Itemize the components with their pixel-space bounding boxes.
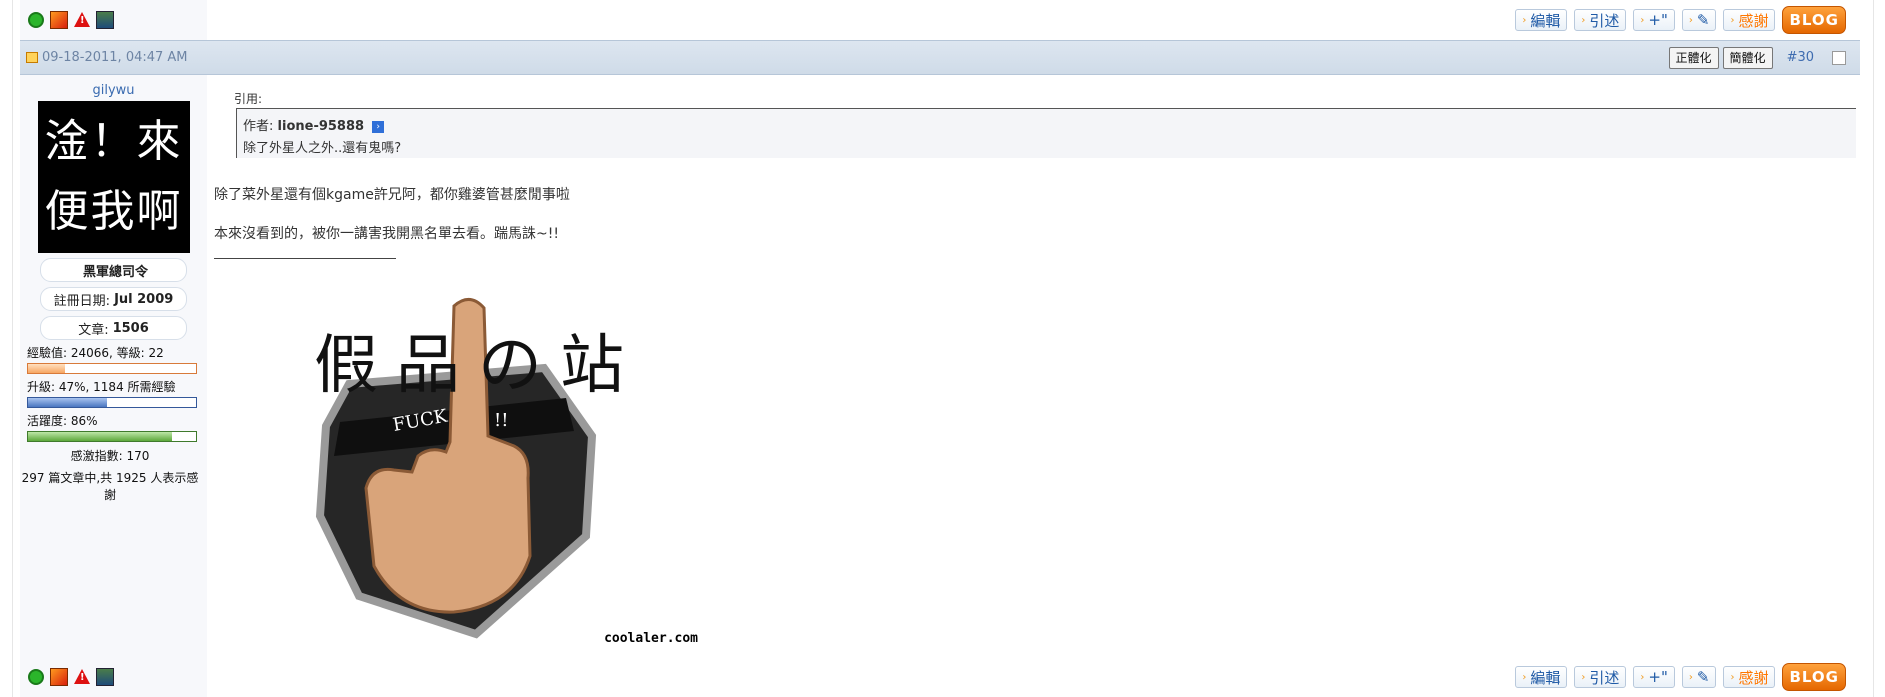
quick-reply-button[interactable]: › ✎: [1681, 9, 1717, 31]
post-count-value: 1506: [112, 320, 149, 336]
post-count-label: 文章:: [78, 322, 109, 338]
post-number-link[interactable]: #30: [1787, 50, 1814, 65]
pencil-icon: ✎: [1696, 668, 1710, 686]
quote-author-prefix: 作者:: [243, 119, 274, 134]
signature-divider: [214, 258, 396, 259]
user-status-icons: [20, 0, 207, 40]
arrow-icon: ›: [1730, 671, 1735, 683]
upgrade-text: 升級: 47%, 1184 所需經驗: [27, 380, 176, 394]
blog-button[interactable]: BLOG: [1782, 6, 1846, 34]
post-header-tools: 正體化 簡體化 #30: [1668, 46, 1860, 69]
thanks-summary: 297 篇文章中,共 1925 人表示感謝: [21, 471, 199, 502]
user-status-icons: [20, 657, 207, 697]
quote-label: 引述: [1589, 668, 1620, 687]
report-icon[interactable]: [74, 669, 90, 685]
post-document-icon: [26, 52, 38, 63]
arrow-icon: ›: [1581, 14, 1586, 26]
quick-reply-button[interactable]: › ✎: [1681, 666, 1717, 688]
quote-button[interactable]: › 引述: [1574, 9, 1627, 31]
thanks-button[interactable]: › 感謝: [1723, 666, 1776, 688]
user-title-badge: 黑軍總司令: [40, 258, 187, 282]
quote-button[interactable]: › 引述: [1574, 666, 1627, 688]
signature-title: 假品の站: [314, 329, 642, 403]
quote-label: 引述: [1589, 11, 1620, 30]
arrow-icon: ›: [1640, 14, 1645, 26]
post-count-badge: 文章: 1506: [40, 316, 187, 340]
exp-text: 經驗值: 24066, 等級: 22: [27, 346, 164, 360]
quote-box: 作者: lione-95888 › 除了外星人之外..還有鬼嗎?: [236, 108, 1856, 158]
arrow-icon: ›: [1640, 671, 1645, 683]
post-paragraph-1: 除了菜外星還有個kgame許兄阿，都你雞婆管甚麼閒事啦: [214, 187, 570, 203]
post-content: 引用: 作者: lione-95888 › 除了外星人之外..還有鬼嗎? 除了菜…: [214, 75, 1856, 657]
post-header: 09-18-2011, 04:47 AM 正體化 簡體化 #30: [20, 40, 1860, 75]
book-icon[interactable]: [96, 11, 114, 29]
activity-bar-fill: [28, 432, 173, 441]
user-title: 黑軍總司令: [82, 264, 148, 280]
arrow-icon: ›: [1522, 671, 1527, 683]
report-icon[interactable]: [74, 12, 90, 28]
arrow-icon: ›: [1688, 14, 1693, 26]
traditional-convert-button[interactable]: 正體化: [1668, 46, 1719, 69]
book-icon[interactable]: [96, 668, 114, 686]
arrow-icon: ›: [1581, 671, 1586, 683]
post-date: 09-18-2011, 04:47 AM: [26, 50, 188, 65]
quote-text: 除了外星人之外..還有鬼嗎?: [243, 141, 402, 156]
join-date-value: Jul 2009: [114, 291, 174, 307]
arrow-icon: ›: [1688, 671, 1693, 683]
pencil-icon: ✎: [1696, 11, 1710, 29]
edit-label: 編輯: [1530, 668, 1561, 687]
quote-author-line: 作者: lione-95888 ›: [243, 115, 1850, 134]
activity-text: 活躍度: 86%: [27, 414, 98, 428]
thanks-button[interactable]: › 感謝: [1723, 9, 1776, 31]
multiquote-button[interactable]: › +": [1633, 666, 1675, 688]
join-date-badge: 註冊日期: Jul 2009: [40, 287, 187, 311]
multiquote-label: +": [1648, 668, 1668, 686]
activity-bar: [27, 431, 197, 442]
online-status-icon: [28, 669, 44, 685]
edit-button[interactable]: › 編輯: [1515, 666, 1568, 688]
quote-label: 引用:: [234, 92, 263, 106]
post-actions: › 編輯 › 引述 › +" › ✎ › 感謝 BLOG: [1515, 6, 1860, 34]
profile-icon[interactable]: [50, 11, 68, 29]
thanks-label: 感謝: [1738, 668, 1769, 687]
edit-label: 編輯: [1530, 11, 1561, 30]
upgrade-bar-fill: [28, 398, 107, 407]
quote-author: lione-95888: [277, 119, 365, 134]
multiquote-label: +": [1648, 11, 1668, 29]
arrow-icon: ›: [1522, 14, 1527, 26]
view-post-icon[interactable]: ›: [372, 120, 385, 133]
exclaim-label: !!: [494, 410, 508, 431]
exp-bar: [27, 363, 197, 374]
exp-bar-fill: [28, 364, 65, 373]
post-paragraph-2: 本來沒看到的，被你一講害我開黑名單去看。踹馬誅~!!: [214, 226, 559, 242]
thanks-label: 感謝: [1738, 11, 1769, 30]
avatar-text: 淦！來便我啊: [44, 116, 183, 237]
online-status-icon: [28, 12, 44, 28]
simplified-convert-button[interactable]: 簡體化: [1722, 46, 1773, 69]
signature-image: FUCK !! 假品の站 coolaler.com: [214, 266, 700, 654]
bottom-action-bar: ›編輯 ›引述 ›+" ›✎ ›感謝 BLOG: [20, 657, 1860, 697]
post-actions: › 編輯 › 引述 › +" › ✎ › 感謝 BLOG: [1515, 663, 1860, 691]
thanks-index: 感激指數: 170: [70, 449, 150, 463]
upgrade-bar: [27, 397, 197, 408]
profile-icon[interactable]: [50, 668, 68, 686]
arrow-icon: ›: [1730, 14, 1735, 26]
edit-button[interactable]: › 編輯: [1515, 9, 1568, 31]
post-date-text: 09-18-2011, 04:47 AM: [42, 50, 188, 65]
multiquote-button[interactable]: › +": [1633, 9, 1675, 31]
top-action-bar: ›編輯 ›引述 ›+" ›✎ ›感謝 BLOG: [20, 0, 1860, 40]
username-link[interactable]: gilywu: [20, 83, 207, 98]
user-info-column: gilywu 淦！來便我啊 黑軍總司令 註冊日期: Jul 2009 文章: 150…: [20, 75, 207, 657]
post-select-checkbox[interactable]: [1832, 50, 1846, 65]
signature-credit: coolaler.com: [604, 631, 698, 646]
blog-button[interactable]: BLOG: [1782, 663, 1846, 691]
avatar: 淦！來便我啊: [37, 101, 190, 253]
join-date-label: 註冊日期:: [53, 293, 111, 309]
